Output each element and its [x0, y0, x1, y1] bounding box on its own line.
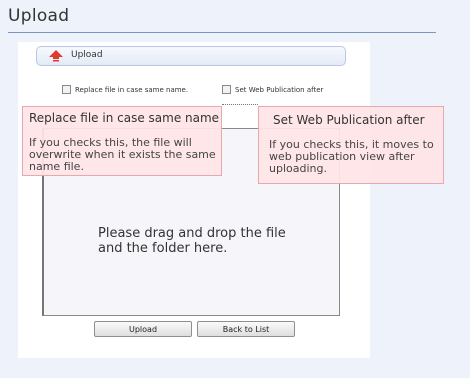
upload-section-header: Upload: [36, 46, 346, 66]
replace-file-option[interactable]: Replace file in case same name.: [62, 85, 188, 94]
replace-file-tooltip: Replace file in case same name If you ch…: [22, 106, 222, 176]
back-to-list-button[interactable]: Back to List: [197, 321, 295, 337]
upload-button[interactable]: Upload: [94, 321, 192, 337]
upload-section-label: Upload: [71, 50, 103, 60]
dotted-separator: [222, 104, 258, 105]
title-divider: [8, 32, 436, 33]
page-title: Upload: [8, 6, 70, 26]
web-publication-option[interactable]: Set Web Publication after: [222, 85, 323, 94]
tooltip-title: Replace file in case same name: [29, 111, 220, 125]
web-publication-label: Set Web Publication after: [235, 85, 324, 94]
tooltip-body: If you checks this, the file will overwr…: [29, 136, 216, 173]
tooltip-title: Set Web Publication after: [273, 113, 425, 127]
web-publication-checkbox[interactable]: [222, 85, 231, 94]
tooltip-body: If you checks this, it moves to web publ…: [269, 138, 434, 175]
up-arrow-icon: [49, 50, 63, 62]
replace-file-checkbox[interactable]: [62, 85, 71, 94]
web-publication-tooltip: Set Web Publication after If you checks …: [258, 106, 444, 184]
drop-area-text: Please drag and drop the file and the fo…: [98, 226, 286, 256]
replace-file-label: Replace file in case same name.: [75, 85, 189, 94]
